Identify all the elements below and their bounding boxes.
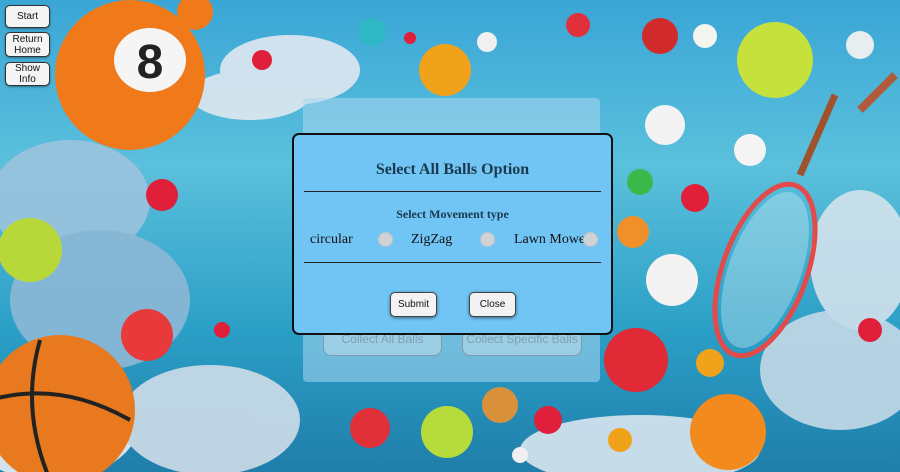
ball: [482, 387, 518, 423]
divider: [304, 262, 601, 263]
ball: [419, 44, 471, 96]
movement-type-label: Select Movement type: [396, 207, 509, 221]
show-info-button[interactable]: Show Info: [5, 62, 50, 86]
ball: [534, 406, 562, 434]
submit-button[interactable]: Submit: [390, 292, 437, 317]
ball: [121, 309, 173, 361]
tennis-ball: [421, 406, 473, 458]
ball: [512, 447, 528, 463]
ball: [846, 31, 874, 59]
ball: [627, 169, 653, 195]
ball: [252, 50, 272, 70]
ball: [477, 32, 497, 52]
ball: [690, 394, 766, 470]
ball: [604, 328, 668, 392]
ball: [404, 32, 416, 44]
select-all-balls-dialog: Select All Balls Option Select Movement …: [292, 133, 613, 335]
ball: [358, 18, 386, 46]
option-label-circular: circular: [310, 232, 353, 247]
ball: [645, 105, 685, 145]
return-home-button[interactable]: Return Home: [5, 32, 50, 57]
ball: [681, 184, 709, 212]
ball: [646, 254, 698, 306]
divider: [304, 191, 601, 192]
ball: [693, 24, 717, 48]
ball: [642, 18, 678, 54]
ball: [696, 349, 724, 377]
ball: [146, 179, 178, 211]
radio-circular[interactable]: [378, 232, 393, 247]
tennis-ball: [0, 218, 62, 282]
tennis-ball: [737, 22, 813, 98]
ball: [858, 318, 882, 342]
svg-text:8: 8: [137, 36, 164, 89]
ball: [566, 13, 590, 37]
dialog-title: Select All Balls Option: [375, 161, 530, 178]
ball: [617, 216, 649, 248]
option-label-lawn-mower: Lawn Mower: [514, 232, 590, 247]
start-button[interactable]: Start: [5, 5, 50, 28]
ball: [350, 408, 390, 448]
close-button[interactable]: Close: [469, 292, 516, 317]
ball: [734, 134, 766, 166]
ball: [214, 322, 230, 338]
radio-zigzag[interactable]: [480, 232, 495, 247]
ball: [608, 428, 632, 452]
option-label-zigzag: ZigZag: [411, 232, 453, 247]
radio-lawn-mower[interactable]: [583, 232, 598, 247]
